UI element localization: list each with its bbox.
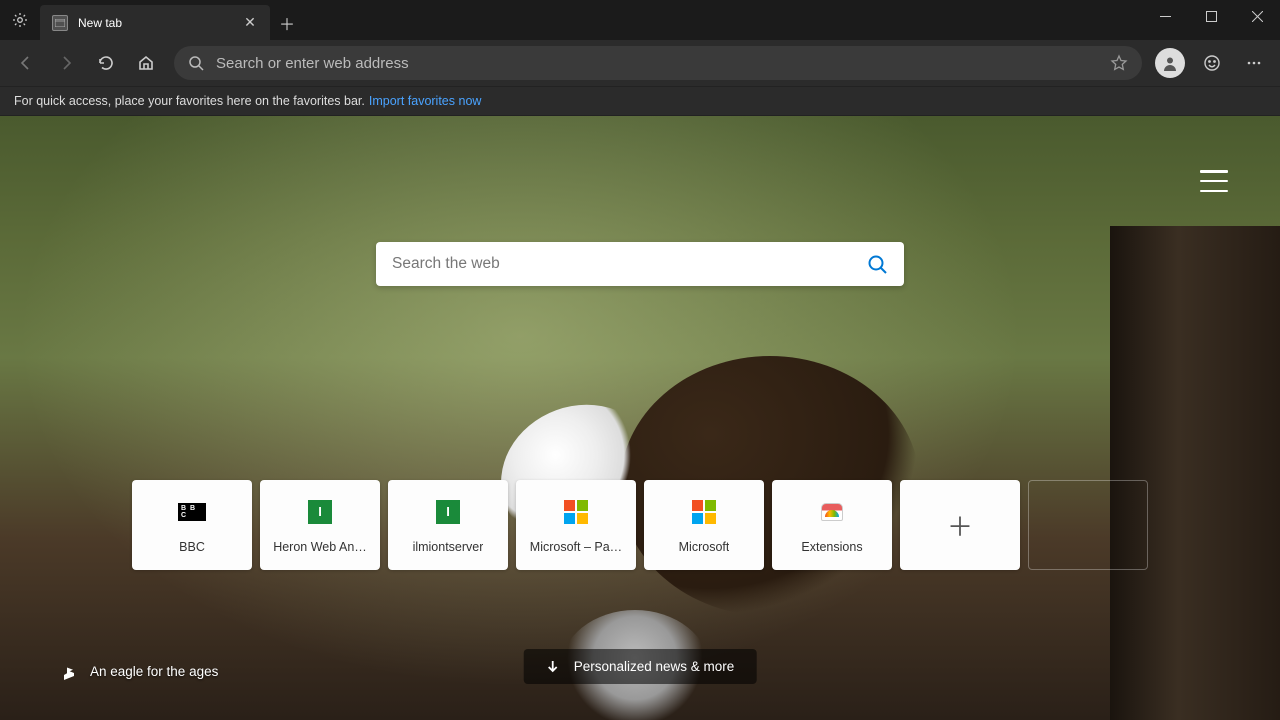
tab-title: New tab (78, 16, 232, 30)
favorite-star-icon[interactable] (1110, 54, 1128, 72)
browser-tab[interactable]: New tab ✕ (40, 5, 270, 40)
window-controls (1142, 0, 1280, 40)
search-icon[interactable] (866, 253, 888, 275)
quick-link-tile[interactable]: B B C BBC (132, 480, 252, 570)
tile-label: ilmiontserver (413, 540, 484, 554)
empty-tile-slot (1028, 480, 1148, 570)
page-settings-button[interactable] (1200, 170, 1228, 192)
forward-button[interactable] (48, 45, 84, 81)
quick-link-tile[interactable]: Iilmiontserver (388, 480, 508, 570)
import-favorites-link[interactable]: Import favorites now (369, 94, 482, 108)
tab-close-button[interactable]: ✕ (242, 14, 258, 31)
close-button[interactable] (1234, 0, 1280, 32)
news-button-label: Personalized news & more (574, 659, 735, 674)
arrow-down-icon (546, 660, 560, 674)
menu-button[interactable] (1236, 45, 1272, 81)
profile-button[interactable] (1152, 45, 1188, 81)
quick-links: B B C BBC I Heron Web An… Iilmiontserver Micr… (132, 480, 1148, 570)
tile-icon (690, 498, 718, 526)
addressbar[interactable] (174, 46, 1142, 80)
favorites-bar-text: For quick access, place your favorites h… (14, 94, 365, 108)
web-search-box[interactable] (376, 242, 904, 286)
toolbar (0, 40, 1280, 86)
quick-link-tile[interactable]: Microsoft – Pa… (516, 480, 636, 570)
new-tab-button[interactable]: ＋ (270, 5, 304, 40)
tile-icon: I (434, 498, 462, 526)
plus-icon: ＋ (947, 507, 973, 544)
quick-link-tile[interactable]: Extensions (772, 480, 892, 570)
quick-link-tile[interactable]: I Heron Web An… (260, 480, 380, 570)
tile-label: Extensions (801, 540, 862, 554)
tab-favicon-icon (52, 15, 68, 31)
tile-icon (562, 498, 590, 526)
back-button[interactable] (8, 45, 44, 81)
background-image (0, 116, 1280, 720)
titlebar: New tab ✕ ＋ (0, 0, 1280, 40)
tile-label: BBC (179, 540, 205, 554)
search-icon (188, 55, 204, 71)
refresh-button[interactable] (88, 45, 124, 81)
addressbar-input[interactable] (216, 55, 1098, 72)
home-button[interactable] (128, 45, 164, 81)
add-tile-button[interactable]: ＋ (900, 480, 1020, 570)
web-search-input[interactable] (392, 255, 866, 273)
tile-label: Microsoft (679, 540, 730, 554)
favorites-bar: For quick access, place your favorites h… (0, 86, 1280, 116)
window-settings-icon[interactable] (0, 0, 40, 40)
feedback-button[interactable] (1194, 45, 1230, 81)
bing-icon (62, 662, 76, 680)
new-tab-page: B B C BBC I Heron Web An… Iilmiontserver Micr… (0, 116, 1280, 720)
tile-icon: B B C (178, 498, 206, 526)
minimize-button[interactable] (1142, 0, 1188, 32)
image-caption[interactable]: An eagle for the ages (62, 662, 218, 680)
tile-label: Heron Web An… (273, 540, 367, 554)
quick-link-tile[interactable]: Microsoft (644, 480, 764, 570)
maximize-button[interactable] (1188, 0, 1234, 32)
personalized-news-button[interactable]: Personalized news & more (524, 649, 757, 684)
tile-label: Microsoft – Pa… (530, 540, 622, 554)
tile-icon (818, 498, 846, 526)
image-caption-text: An eagle for the ages (90, 664, 218, 679)
tile-icon: I (306, 498, 334, 526)
